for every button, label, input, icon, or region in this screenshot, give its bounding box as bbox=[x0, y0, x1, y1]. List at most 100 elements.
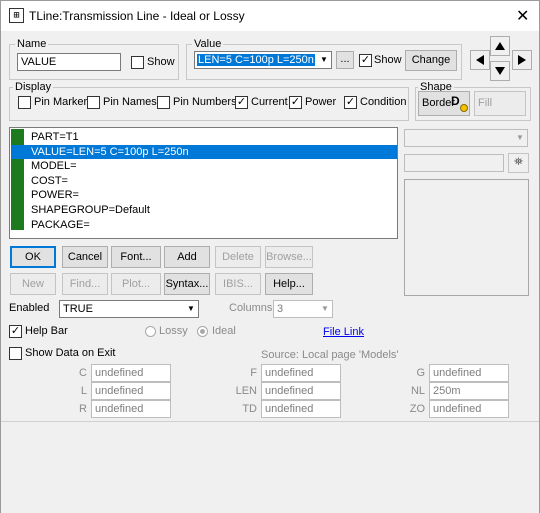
new-button[interactable]: New bbox=[10, 273, 56, 295]
chevron-down-icon[interactable]: ▼ bbox=[318, 301, 332, 317]
pin-names-label: Pin Names bbox=[103, 96, 157, 108]
display-group-label: Display bbox=[13, 81, 54, 93]
arrow-left-icon bbox=[476, 55, 484, 65]
fill-button[interactable]: Fill bbox=[474, 91, 526, 116]
param-name-zo: ZO bbox=[409, 403, 425, 415]
list-item-selected[interactable]: VALUE=LEN=5 C=100p L=250n bbox=[11, 144, 397, 160]
name-show-checkbox[interactable] bbox=[131, 56, 144, 69]
name-show-label: Show bbox=[147, 56, 175, 68]
param-name-g: G bbox=[416, 367, 425, 379]
list-item[interactable]: SHAPEGROUP=Default bbox=[11, 203, 397, 218]
preview-panel bbox=[404, 179, 529, 296]
cancel-button[interactable]: Cancel bbox=[62, 246, 108, 268]
close-icon[interactable]: ✕ bbox=[516, 6, 529, 26]
font-button[interactable]: Font... bbox=[111, 246, 161, 268]
param-name-len: LEN bbox=[235, 385, 257, 397]
condition-checkbox[interactable]: ✓ bbox=[344, 96, 357, 109]
power-label: Power bbox=[305, 96, 337, 108]
pin-markers-checkbox[interactable] bbox=[18, 96, 31, 109]
list-item[interactable]: MODEL= bbox=[11, 159, 397, 174]
value-show-label: Show bbox=[374, 54, 402, 66]
find-button[interactable]: Find... bbox=[62, 273, 108, 295]
help-button[interactable]: Help... bbox=[265, 273, 313, 295]
columns-label: Columns bbox=[229, 302, 273, 314]
attribute-list[interactable]: PART=T1 VALUE=LEN=5 C=100p L=250n MODEL=… bbox=[9, 127, 398, 239]
columns-combobox[interactable]: 3 ▼ bbox=[273, 300, 333, 318]
move-down-button[interactable] bbox=[490, 61, 510, 81]
ideal-radio[interactable] bbox=[197, 326, 208, 337]
value-combobox[interactable]: LEN=5 C=100p L=250n ▼ bbox=[194, 51, 332, 69]
change-button[interactable]: Change bbox=[405, 50, 457, 71]
ideal-label: Ideal bbox=[212, 325, 236, 337]
help-bar-label: Help Bar bbox=[25, 325, 68, 337]
show-data-checkbox[interactable] bbox=[9, 347, 22, 360]
tline-dialog: ⊞ TLine:Transmission Line - Ideal or Los… bbox=[0, 0, 540, 513]
name-group-label: Name bbox=[15, 38, 49, 50]
list-item[interactable]: PACKAGE= bbox=[11, 218, 397, 233]
lossy-radio[interactable] bbox=[145, 326, 156, 337]
list-item[interactable]: POWER= bbox=[11, 188, 397, 203]
attribute-items: PART=T1 VALUE=LEN=5 C=100p L=250n MODEL=… bbox=[11, 130, 397, 232]
ok-button[interactable]: OK bbox=[10, 246, 56, 268]
param-field-r[interactable]: undefined bbox=[91, 400, 171, 418]
enabled-combobox[interactable]: TRUE ▼ bbox=[59, 300, 199, 318]
file-link[interactable]: File Link bbox=[323, 326, 364, 338]
condition-label: Condition bbox=[360, 96, 407, 108]
chevron-down-icon[interactable]: ▼ bbox=[184, 301, 198, 317]
browse-button[interactable]: Browse... bbox=[265, 246, 313, 268]
list-item[interactable]: COST= bbox=[11, 174, 397, 189]
pin-numbers-label: Pin Numbers bbox=[173, 96, 237, 108]
param-field-f[interactable]: undefined bbox=[261, 364, 341, 382]
binoculars-icon[interactable]: ⛯ bbox=[508, 153, 529, 173]
border-button[interactable]: Border D bbox=[418, 91, 470, 116]
show-data-label: Show Data on Exit bbox=[25, 347, 116, 359]
plot-button[interactable]: Plot... bbox=[111, 273, 161, 295]
param-name-nl: NL bbox=[410, 385, 425, 397]
delete-button[interactable]: Delete bbox=[215, 246, 261, 268]
app-icon: ⊞ bbox=[9, 8, 24, 23]
move-right-button[interactable] bbox=[512, 50, 532, 70]
right-search-field[interactable] bbox=[404, 154, 504, 172]
enabled-label: Enabled bbox=[9, 302, 50, 314]
current-checkbox[interactable]: ✓ bbox=[235, 96, 248, 109]
window-title: TLine:Transmission Line - Ideal or Lossy bbox=[29, 9, 245, 23]
arrow-down-icon bbox=[495, 67, 505, 75]
param-field-c[interactable]: undefined bbox=[91, 364, 171, 382]
columns-value: 3 bbox=[277, 303, 284, 315]
add-button[interactable]: Add bbox=[164, 246, 210, 268]
value-group-label: Value bbox=[192, 38, 224, 50]
power-checkbox[interactable]: ✓ bbox=[289, 96, 302, 109]
param-field-g[interactable]: undefined bbox=[429, 364, 509, 382]
help-bar-checkbox[interactable]: ✓ bbox=[9, 325, 22, 338]
syntax-button[interactable]: Syntax... bbox=[164, 273, 210, 295]
param-field-nl[interactable]: 250m bbox=[429, 382, 509, 400]
ellipsis-button[interactable]: ... bbox=[336, 51, 354, 69]
chevron-down-icon[interactable]: ▼ bbox=[317, 52, 331, 68]
name-field[interactable]: VALUE bbox=[17, 53, 121, 71]
param-field-len[interactable]: undefined bbox=[261, 382, 341, 400]
param-name-r: R bbox=[79, 403, 87, 415]
arrow-right-icon bbox=[518, 55, 526, 65]
pin-names-checkbox[interactable] bbox=[87, 96, 100, 109]
current-label: Current bbox=[251, 96, 288, 108]
move-up-button[interactable] bbox=[490, 36, 510, 56]
border-style-icon: D bbox=[451, 94, 468, 112]
move-left-button[interactable] bbox=[470, 50, 490, 70]
title-bar: ⊞ TLine:Transmission Line - Ideal or Los… bbox=[1, 1, 539, 31]
enabled-value: TRUE bbox=[63, 303, 93, 315]
value-show-checkbox[interactable]: ✓ bbox=[359, 54, 372, 67]
param-field-td[interactable]: undefined bbox=[261, 400, 341, 418]
param-field-l[interactable]: undefined bbox=[91, 382, 171, 400]
pin-numbers-checkbox[interactable] bbox=[157, 96, 170, 109]
list-item[interactable]: PART=T1 bbox=[11, 130, 397, 145]
source-text: Source: Local page 'Models' bbox=[261, 349, 399, 361]
ibis-button[interactable]: IBIS... bbox=[215, 273, 261, 295]
param-name-td: TD bbox=[242, 403, 257, 415]
chevron-down-icon[interactable]: ▼ bbox=[513, 130, 527, 146]
value-field-text: LEN=5 C=100p L=250n bbox=[197, 54, 315, 66]
help-bar-area bbox=[1, 421, 539, 513]
param-name-f: F bbox=[250, 367, 257, 379]
param-field-zo[interactable]: undefined bbox=[429, 400, 509, 418]
right-combobox[interactable]: ▼ bbox=[404, 129, 528, 147]
pin-markers-label: Pin Markers bbox=[34, 96, 93, 108]
